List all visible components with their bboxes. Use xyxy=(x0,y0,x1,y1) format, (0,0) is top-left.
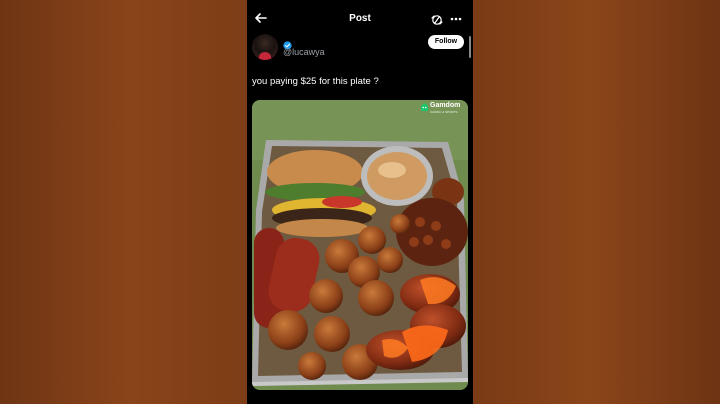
post-text: you paying $25 for this plate ? xyxy=(252,76,379,87)
post-image[interactable]: Gamdom CASINO & SPORTS xyxy=(252,100,468,390)
verified-badge xyxy=(283,37,292,50)
follow-button[interactable]: Follow xyxy=(428,35,464,49)
more-icon xyxy=(450,17,462,21)
watermark: Gamdom CASINO & SPORTS xyxy=(420,101,468,115)
more-options-button[interactable] xyxy=(449,12,463,26)
post-screen: Post @lucawya Follow you paying $25 for … xyxy=(247,0,473,404)
avatar[interactable] xyxy=(252,34,278,60)
watermark-subtext: CASINO & SPORTS xyxy=(430,110,458,114)
sync-icon xyxy=(431,15,443,25)
watermark-text: Gamdom xyxy=(430,102,461,109)
food-plate-image xyxy=(252,100,468,390)
watermark-logo-icon xyxy=(421,103,428,111)
scrollbar[interactable] xyxy=(469,36,471,58)
top-bar: Post xyxy=(247,0,473,36)
sync-button[interactable] xyxy=(431,13,443,25)
user-handle[interactable]: @lucawya xyxy=(283,47,325,57)
